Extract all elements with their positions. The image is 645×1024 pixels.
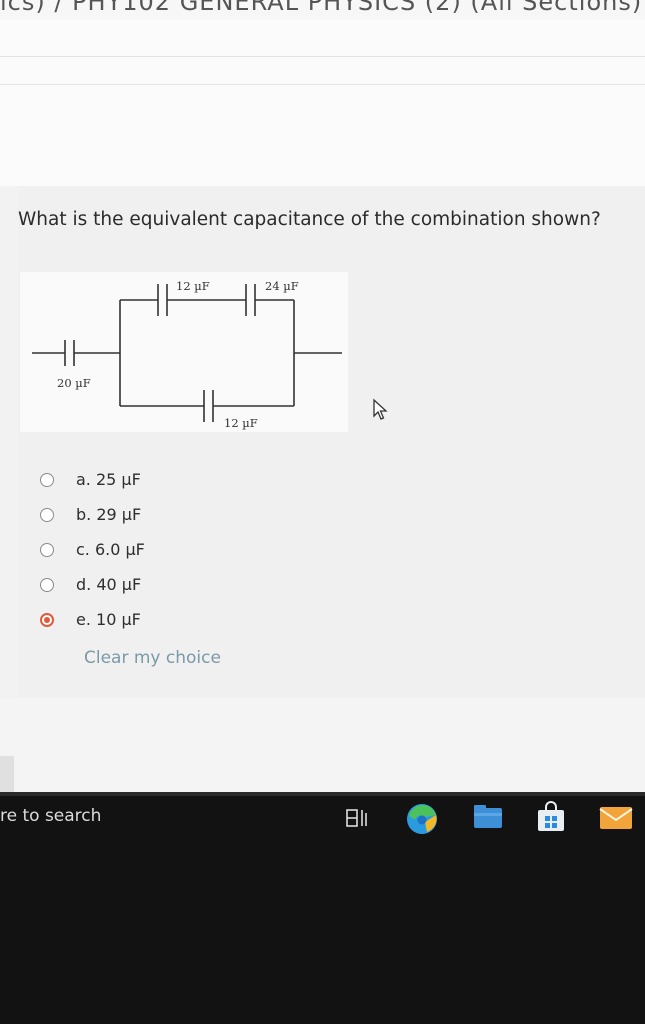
side-tab[interactable] — [0, 756, 14, 792]
store-icon[interactable] — [535, 801, 567, 833]
label-cap-bottom: 12 µF — [224, 416, 258, 430]
task-view-icon[interactable] — [345, 807, 369, 829]
label-cap-top-left: 12 µF — [176, 279, 210, 293]
mouse-pointer-icon — [373, 398, 388, 420]
option-c[interactable]: c. 6.0 µF — [40, 540, 240, 564]
option-a[interactable]: a. 25 µF — [40, 470, 240, 494]
page-footer-area — [0, 698, 645, 792]
option-label: e. 10 µF — [76, 610, 141, 629]
option-b[interactable]: b. 29 µF — [40, 505, 240, 529]
taskbar-search-box[interactable]: re to search — [0, 806, 101, 826]
taskbar: re to search — [0, 792, 645, 1024]
edge-browser-icon[interactable] — [405, 802, 439, 836]
circuit-diagram: 12 µF 24 µF 20 µF 12 µF — [32, 279, 342, 430]
radio-button[interactable] — [40, 543, 54, 557]
page-header-area — [0, 20, 645, 186]
question-panel: What is the equivalent capacitance of th… — [18, 186, 645, 698]
divider — [0, 56, 645, 57]
radio-button[interactable] — [40, 473, 54, 487]
option-d[interactable]: d. 40 µF — [40, 575, 240, 599]
question-text: What is the equivalent capacitance of th… — [18, 209, 601, 230]
clear-my-choice-link[interactable]: Clear my choice — [84, 648, 221, 668]
radio-button[interactable] — [40, 508, 54, 522]
radio-button-selected[interactable] — [40, 613, 54, 627]
label-cap-left: 20 µF — [57, 376, 91, 390]
option-label: a. 25 µF — [76, 470, 141, 489]
mail-icon[interactable] — [598, 803, 634, 831]
label-cap-top-right: 24 µF — [265, 279, 299, 293]
taskbar-edge — [0, 792, 645, 796]
option-label: d. 40 µF — [76, 575, 142, 594]
top-breadcrumb-bar: ics) / PHY102 GENERAL PHYSICS (2) (All S… — [0, 0, 645, 20]
radio-button[interactable] — [40, 578, 54, 592]
option-e[interactable]: e. 10 µF — [40, 610, 240, 634]
circuit-figure: 12 µF 24 µF 20 µF 12 µF — [20, 272, 348, 432]
breadcrumb[interactable]: ics) / PHY102 GENERAL PHYSICS (2) (All S… — [0, 0, 645, 16]
divider — [0, 84, 645, 85]
option-label: c. 6.0 µF — [76, 540, 145, 559]
option-label: b. 29 µF — [76, 505, 142, 524]
file-explorer-icon[interactable] — [472, 803, 504, 831]
